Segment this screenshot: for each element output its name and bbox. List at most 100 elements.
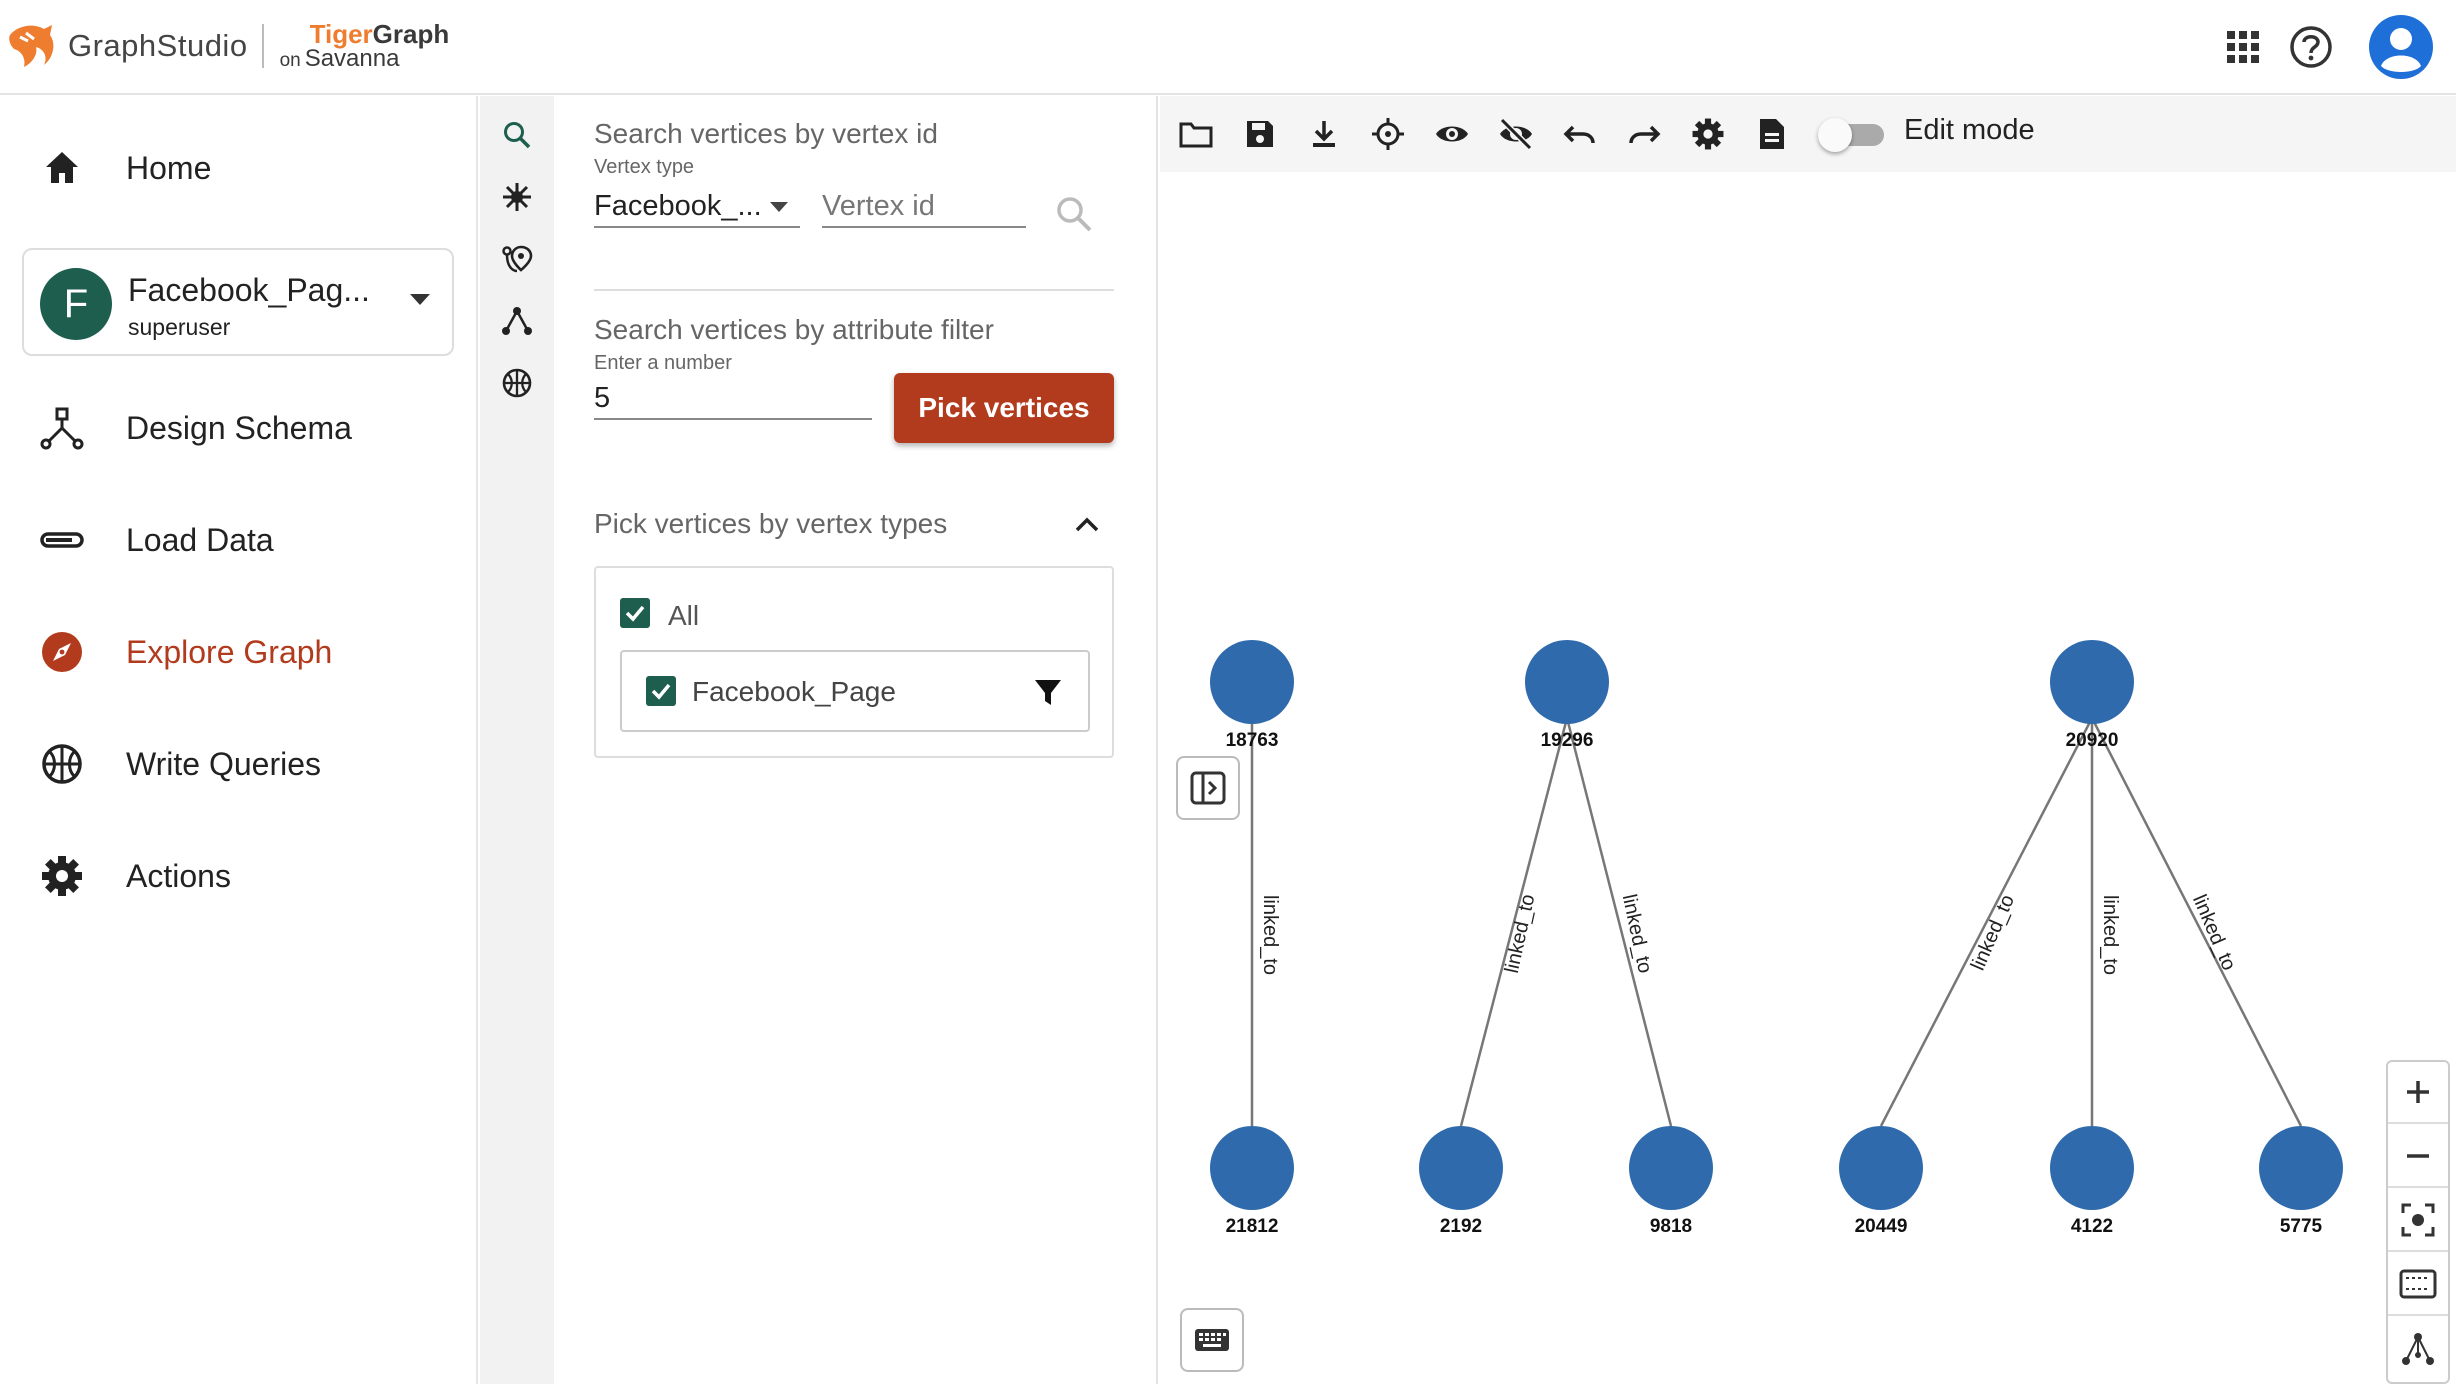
number-value: 5: [594, 382, 611, 414]
help-icon[interactable]: [2286, 22, 2336, 72]
locate-icon[interactable]: [1368, 114, 1408, 154]
hide-icon[interactable]: [1496, 114, 1536, 154]
vertex-types-box: All Facebook_Page: [594, 566, 1114, 758]
account-icon[interactable]: [2368, 14, 2434, 80]
edge-label: linked_to: [2099, 895, 2121, 975]
vertex-20449[interactable]: [1839, 1126, 1923, 1210]
vertex-type-item-label: Facebook_Page: [692, 676, 896, 707]
select-area-button[interactable]: [2388, 1254, 2448, 1316]
all-checkbox[interactable]: [620, 598, 650, 628]
edit-mode-label: Edit mode: [1904, 114, 2035, 146]
open-folder-icon[interactable]: [1176, 114, 1216, 154]
vertex-label: 20449: [1855, 1216, 1908, 1237]
nav-actions-label: Actions: [126, 857, 231, 894]
tiger-logo-icon: [9, 25, 54, 67]
nav-explore-graph-label: Explore Graph: [126, 633, 333, 670]
layout-button[interactable]: [2388, 1318, 2448, 1380]
vertex-5775[interactable]: [2259, 1126, 2343, 1210]
vertex-9818[interactable]: [1629, 1126, 1713, 1210]
chevron-up-icon[interactable]: [1072, 510, 1102, 540]
graph-user: superuser: [128, 314, 231, 340]
graph-selector[interactable]: F Facebook_Pag... superuser: [22, 248, 454, 356]
show-icon[interactable]: [1432, 114, 1472, 154]
load-data-icon: [40, 518, 84, 562]
facebook-page-checkbox[interactable]: [646, 676, 676, 706]
nav-design-schema[interactable]: Design Schema: [0, 388, 478, 468]
edit-mode-toggle[interactable]: [1818, 116, 1888, 152]
nav-load-data-label: Load Data: [126, 521, 274, 558]
nav-load-data[interactable]: Load Data: [0, 500, 478, 580]
vertex-label: 2192: [1440, 1216, 1482, 1237]
search-icon[interactable]: [496, 114, 538, 156]
pick-vertices-button[interactable]: Pick vertices: [894, 373, 1114, 443]
undo-icon[interactable]: [1560, 114, 1600, 154]
side-panel-icon: [1190, 771, 1226, 805]
vertex-search-icon[interactable]: [1054, 194, 1094, 234]
vertex-label: 19296: [1541, 730, 1594, 751]
edge-label: linked_to: [1967, 892, 2019, 974]
dropdown-caret-icon: [770, 202, 788, 212]
vertex-type-value: Facebook_...: [594, 190, 762, 222]
graph-avatar: F: [40, 268, 112, 340]
expand-neighbors-icon[interactable]: [496, 176, 538, 218]
pick-by-types-title: Pick vertices by vertex types: [594, 508, 948, 539]
logo-divider: [261, 24, 264, 68]
vertex-label: 5775: [2280, 1216, 2323, 1237]
redo-icon[interactable]: [1624, 114, 1664, 154]
document-icon[interactable]: [1752, 114, 1792, 154]
edge-19296-9818[interactable]: [1565, 717, 1673, 1127]
download-icon[interactable]: [1304, 114, 1344, 154]
vertex-label: 9818: [1650, 1216, 1692, 1237]
settings-icon[interactable]: [1688, 114, 1728, 154]
vertex-4122[interactable]: [2050, 1126, 2134, 1210]
nav-home[interactable]: Home: [0, 128, 478, 208]
left-navigation: Home F Facebook_Pag... superuser Design …: [0, 96, 478, 1384]
nav-explore-graph[interactable]: Explore Graph: [0, 612, 478, 692]
search-panel: Search vertices by vertex id Vertex type…: [554, 96, 1158, 1384]
edge-label: linked_to: [1259, 895, 1281, 975]
apps-grid-icon[interactable]: [2218, 22, 2268, 72]
graph-canvas[interactable]: linked_to linked_to linked_to linked_to link…: [1160, 172, 2456, 1384]
zoom-out-button[interactable]: [2388, 1126, 2448, 1188]
toggle-side-panel-button[interactable]: [1176, 756, 1240, 820]
nav-write-queries-label: Write Queries: [126, 745, 322, 782]
vertex-id-input[interactable]: Vertex id: [822, 186, 1026, 228]
save-icon[interactable]: [1240, 114, 1280, 154]
path-finding-icon[interactable]: [496, 238, 538, 280]
nav-design-schema-label: Design Schema: [126, 409, 352, 446]
keyboard-icon: [1195, 1329, 1229, 1351]
vertex-19296[interactable]: [1525, 640, 1609, 724]
nav-home-label: Home: [126, 149, 212, 186]
graph-name: Facebook_Pag...: [128, 272, 370, 308]
vertex-20920[interactable]: [2050, 640, 2134, 724]
zoom-in-button[interactable]: [2388, 1062, 2448, 1124]
fit-view-button[interactable]: [2388, 1190, 2448, 1252]
number-input[interactable]: 5: [594, 378, 872, 420]
vertex-type-select[interactable]: Facebook_...: [594, 186, 800, 228]
compass-icon: [40, 630, 84, 674]
edge-label: linked_to: [2188, 892, 2240, 974]
search-by-id-title: Search vertices by vertex id: [594, 118, 938, 149]
tigergraph-savanna-brand: TigerGraph on Savanna: [280, 21, 450, 71]
nav-actions[interactable]: Actions: [0, 836, 478, 916]
nav-write-queries[interactable]: Write Queries: [0, 724, 478, 804]
vertex-18763[interactable]: [1210, 640, 1294, 724]
edge-label: linked_to: [1618, 892, 1656, 975]
query-globe-icon[interactable]: [496, 362, 538, 404]
edge-20920-5775[interactable]: [2090, 717, 2303, 1127]
vertex-21812[interactable]: [1210, 1126, 1294, 1210]
vertex-label: 20920: [2066, 730, 2119, 751]
graph-algorithm-icon[interactable]: [496, 300, 538, 342]
vertex-2192[interactable]: [1419, 1126, 1503, 1210]
search-by-attr-title: Search vertices by attribute filter: [594, 314, 994, 345]
graphstudio-logo[interactable]: GraphStudio TigerGraph on Savanna: [4, 14, 449, 78]
vertex-label: 4122: [2071, 1216, 2113, 1237]
center-focus-icon: [2401, 1203, 2435, 1237]
all-label: All: [668, 600, 700, 631]
globe-query-icon: [40, 742, 84, 786]
minus-icon: [2407, 1154, 2429, 1158]
filter-icon[interactable]: [1032, 676, 1064, 708]
vertex-label: 18763: [1226, 730, 1279, 751]
keyboard-shortcuts-button[interactable]: [1180, 1308, 1244, 1372]
zoom-controls: [2386, 1060, 2450, 1384]
